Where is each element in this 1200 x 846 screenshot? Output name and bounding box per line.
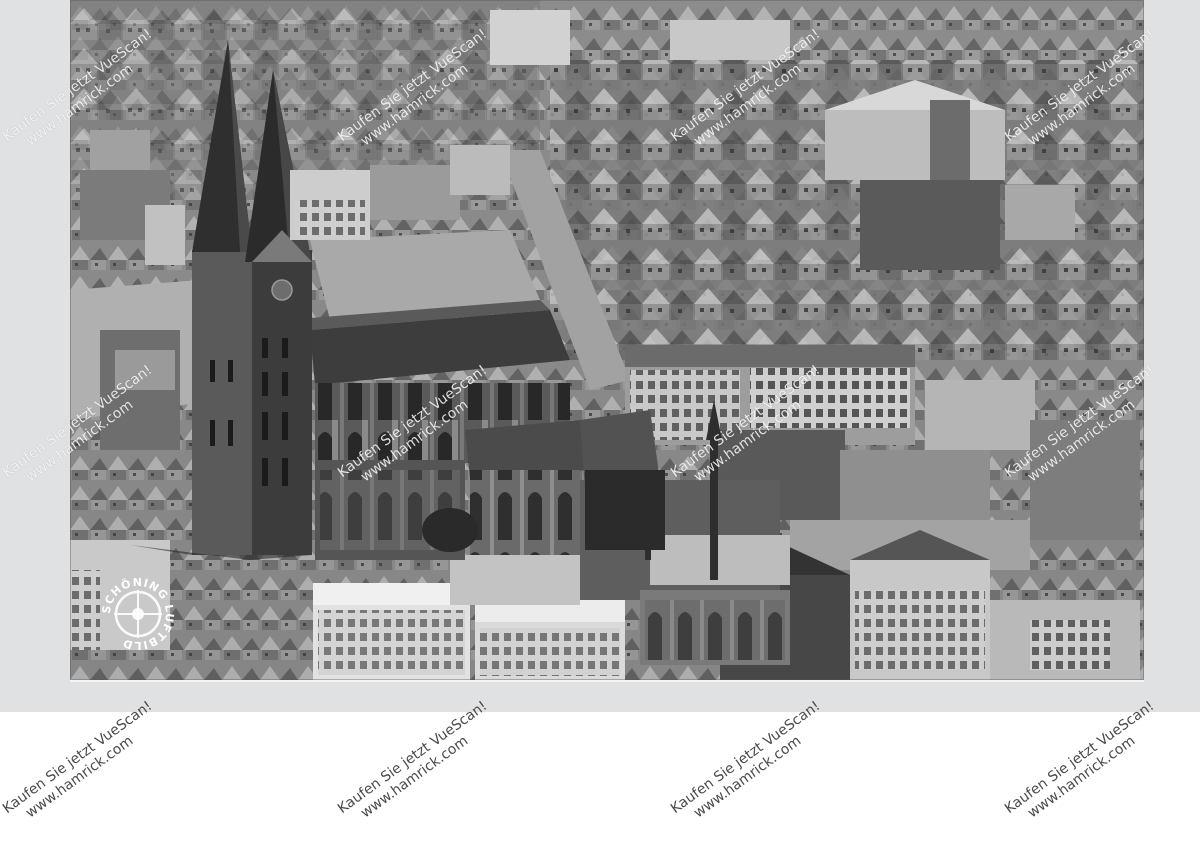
watermark: Kaufen Sie jetzt VueScan! www.hamrick.co… [0, 698, 166, 831]
watermark-line1: Kaufen Sie jetzt VueScan! [335, 698, 491, 817]
watermark-line2: www.hamrick.com [22, 732, 137, 822]
watermark-line2: www.hamrick.com [690, 732, 805, 822]
watermark-line1: Kaufen Sie jetzt VueScan! [1002, 698, 1158, 817]
watermark-line1: Kaufen Sie jetzt VueScan! [668, 698, 824, 817]
aerial-city-scene [70, 0, 1144, 680]
watermark-line2: www.hamrick.com [1024, 732, 1139, 822]
watermark: Kaufen Sie jetzt VueScan! www.hamrick.co… [335, 698, 501, 831]
watermark: Kaufen Sie jetzt VueScan! www.hamrick.co… [1002, 698, 1168, 831]
watermark-line1: Kaufen Sie jetzt VueScan! [0, 698, 156, 817]
aerial-photo-luebeck-marienkirche [70, 0, 1144, 682]
watermark-line2: www.hamrick.com [357, 732, 472, 822]
watermark: Kaufen Sie jetzt VueScan! www.hamrick.co… [668, 698, 834, 831]
scan-canvas: SCHÖNING LUFTBILD Kaufen Sie jetzt VueSc… [0, 0, 1200, 846]
schoening-luftbild-stamp-logo: SCHÖNING LUFTBILD [100, 576, 176, 652]
